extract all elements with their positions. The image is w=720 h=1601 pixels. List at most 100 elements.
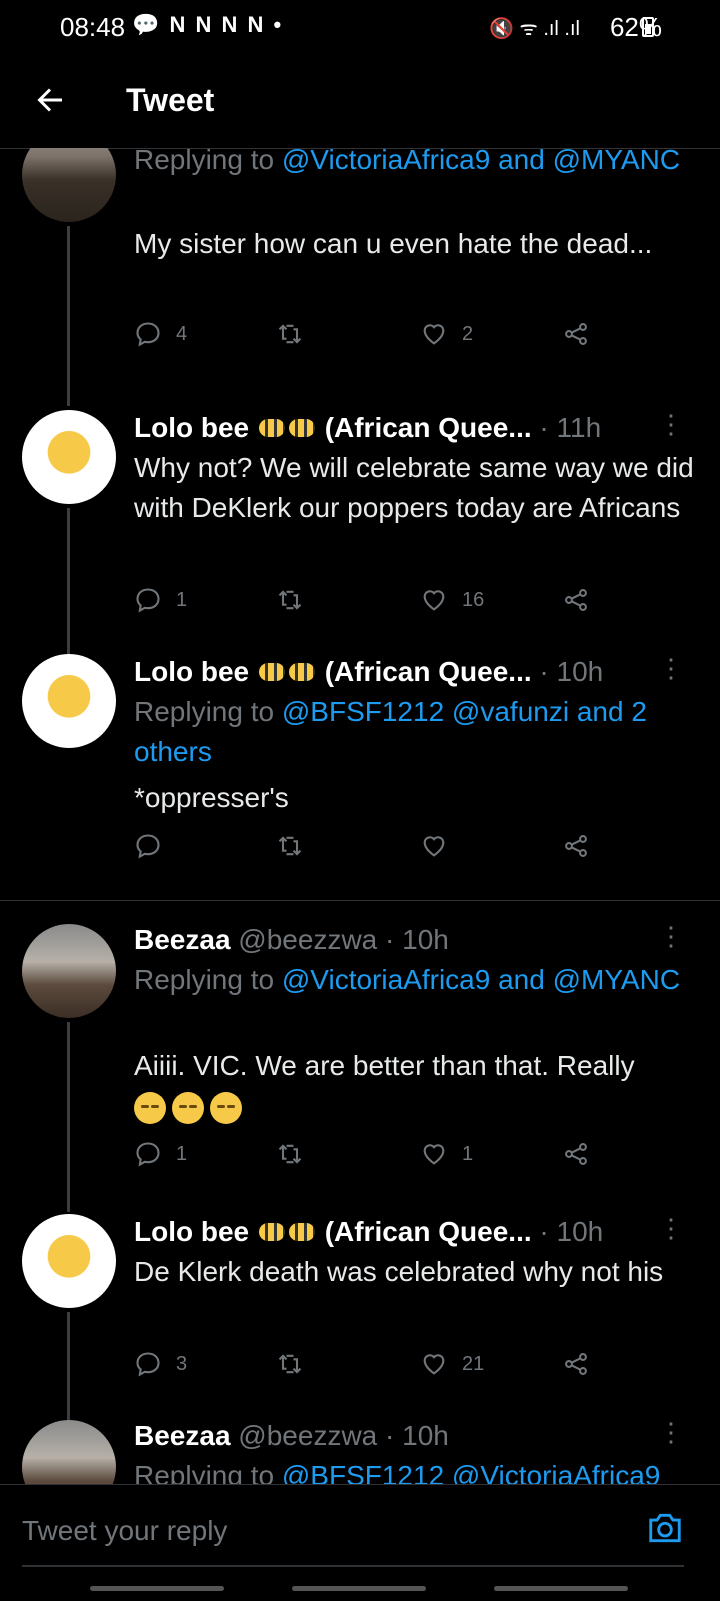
nav-back[interactable]: [494, 1586, 628, 1591]
camera-icon[interactable]: [646, 1509, 684, 1547]
avatar[interactable]: [22, 148, 116, 222]
tweet-text: Why not? We will celebrate same way we d…: [134, 452, 694, 523]
top-bar: Tweet: [0, 56, 720, 149]
nav-home[interactable]: [292, 1586, 426, 1591]
tweet-item[interactable]: Lolo bee (African Quee... · 10h ⋮ De Kle…: [0, 1214, 720, 1452]
reply-button[interactable]: 1: [134, 586, 187, 614]
retweet-button[interactable]: [276, 586, 304, 614]
thread-line: [67, 368, 70, 406]
retweet-icon: [278, 590, 302, 610]
like-button[interactable]: [420, 832, 462, 860]
replying-to: Replying to @VictoriaAfrica9 and @MYANC: [134, 964, 681, 995]
tweet-time: · 10h: [539, 656, 604, 687]
avatar[interactable]: [22, 654, 116, 748]
author-handle[interactable]: @beezzwa: [238, 924, 377, 955]
reply-icon: [136, 834, 160, 859]
retweet-icon: [278, 324, 302, 344]
reply-count: 3: [176, 1352, 188, 1375]
more-options-icon[interactable]: ⋮: [658, 923, 684, 949]
reply-icon: [136, 588, 160, 613]
tweet-time: · 11h: [539, 412, 602, 443]
reply-mentions[interactable]: @VictoriaAfrica9 and @MYANC: [282, 148, 680, 175]
author-name[interactable]: Lolo bee: [134, 656, 249, 687]
reply-icon: [136, 1352, 160, 1377]
avatar[interactable]: [22, 1420, 116, 1484]
like-button[interactable]: 21: [420, 1350, 484, 1378]
tweet-thread[interactable]: vafunzi ⋮ Replying to @VictoriaAfrica9 a…: [0, 148, 720, 1484]
thread-line: [67, 226, 70, 388]
retweet-button[interactable]: [276, 1140, 304, 1168]
share-button[interactable]: [562, 832, 590, 860]
reply-button[interactable]: 4: [134, 320, 187, 348]
share-button[interactable]: [562, 1350, 590, 1378]
author-name[interactable]: Lolo bee: [134, 1216, 249, 1247]
tweet-actions: 3 21: [134, 1350, 614, 1380]
reply-button[interactable]: 3: [134, 1350, 187, 1378]
reply-button[interactable]: 1: [134, 1140, 187, 1168]
share-icon: [565, 1353, 587, 1375]
tweet-text: De Klerk death was celebrated why not hi…: [134, 1256, 664, 1287]
tweet-item[interactable]: vafunzi ⋮ Replying to @VictoriaAfrica9 a…: [0, 148, 720, 388]
more-options-icon[interactable]: ⋮: [658, 1419, 684, 1445]
retweet-button[interactable]: [276, 320, 304, 348]
bee-emoji-icon: [288, 662, 315, 681]
system-nav-bar: [0, 1580, 720, 1600]
status-bar: 08:48 💬 N N N N • 🔇 ᯤ .ıl .ıl 62%: [0, 0, 720, 56]
share-button[interactable]: [562, 586, 590, 614]
more-options-icon[interactable]: ⋮: [658, 655, 684, 681]
tweet-item[interactable]: Beezaa @beezzwa · 10h ⋮ Replying to @Vic…: [0, 923, 720, 1212]
author-handle[interactable]: @beezzwa: [238, 1420, 377, 1451]
share-button[interactable]: [562, 320, 590, 348]
share-button[interactable]: [562, 1140, 590, 1168]
reply-mentions[interactable]: @BFSF1212 @VictoriaAfrica9: [282, 1460, 660, 1484]
like-button[interactable]: 2: [420, 320, 473, 348]
more-options-icon[interactable]: ⋮: [658, 1215, 684, 1241]
tweet-header: Beezaa @beezzwa · 10h: [134, 924, 449, 956]
author-name[interactable]: Lolo bee: [134, 412, 249, 443]
heart-icon: [423, 324, 445, 345]
replying-to: Replying to @BFSF1212 @vafunzi and 2 oth…: [134, 696, 647, 767]
tweet-item[interactable]: Beezaa @beezzwa · 10h ⋮ Replying to @BFS…: [0, 1419, 720, 1484]
notification-icons: 💬 N N N N •: [132, 12, 284, 37]
bee-emoji-icon: [258, 418, 285, 437]
like-button[interactable]: 16: [420, 586, 484, 614]
tweet-text: My sister how can u even hate the dead..…: [134, 228, 653, 259]
input-underline: [22, 1565, 684, 1567]
tweet-time: · 10h: [539, 1216, 604, 1247]
replying-to: Replying to @VictoriaAfrica9 and @MYANC: [134, 148, 694, 180]
retweet-button[interactable]: [276, 832, 304, 860]
heart-icon: [423, 1144, 445, 1165]
avatar[interactable]: [22, 1214, 116, 1308]
replying-to: Replying to @BFSF1212 @VictoriaAfrica9: [134, 1456, 694, 1484]
thread-line: [67, 508, 70, 654]
share-icon: [565, 835, 587, 857]
tweet-time: · 10h: [385, 1420, 449, 1451]
tweet-item[interactable]: Lolo bee (African Quee... · 11h ⋮ Why no…: [0, 368, 720, 654]
heart-icon: [423, 836, 445, 857]
back-arrow-icon[interactable]: [32, 82, 68, 118]
battery-percent: 62%: [609, 12, 662, 42]
like-button[interactable]: 1: [420, 1140, 473, 1168]
status-time: 08:48: [60, 12, 126, 42]
more-options-icon[interactable]: ⋮: [658, 411, 684, 437]
reply-input[interactable]: Tweet your reply: [22, 1515, 227, 1547]
tweet-header: Lolo bee (African Quee... · 10h: [134, 656, 604, 687]
reply-icon: [136, 1142, 160, 1167]
tweet-text: *oppresser's: [134, 782, 289, 813]
nav-recents[interactable]: [90, 1586, 224, 1591]
retweet-icon: [278, 836, 302, 856]
author-name[interactable]: Beezaa: [134, 1420, 231, 1451]
tweet-header: Lolo bee (African Quee... · 10h: [134, 1216, 604, 1247]
tweet-actions: 1 1: [134, 1140, 614, 1170]
bee-emoji-icon: [258, 662, 285, 681]
share-icon: [565, 589, 587, 611]
reply-mentions[interactable]: @VictoriaAfrica9 and @MYANC: [282, 964, 680, 995]
tweet-item[interactable]: Lolo bee (African Quee... · 10h ⋮ Replyi…: [0, 654, 720, 884]
reply-button[interactable]: [134, 832, 176, 860]
thread-line: [67, 1022, 70, 1212]
avatar[interactable]: [22, 410, 116, 504]
bee-emoji-icon: [258, 1222, 285, 1241]
retweet-button[interactable]: [276, 1350, 304, 1378]
avatar[interactable]: [22, 924, 116, 1018]
author-name[interactable]: Beezaa: [134, 924, 231, 955]
